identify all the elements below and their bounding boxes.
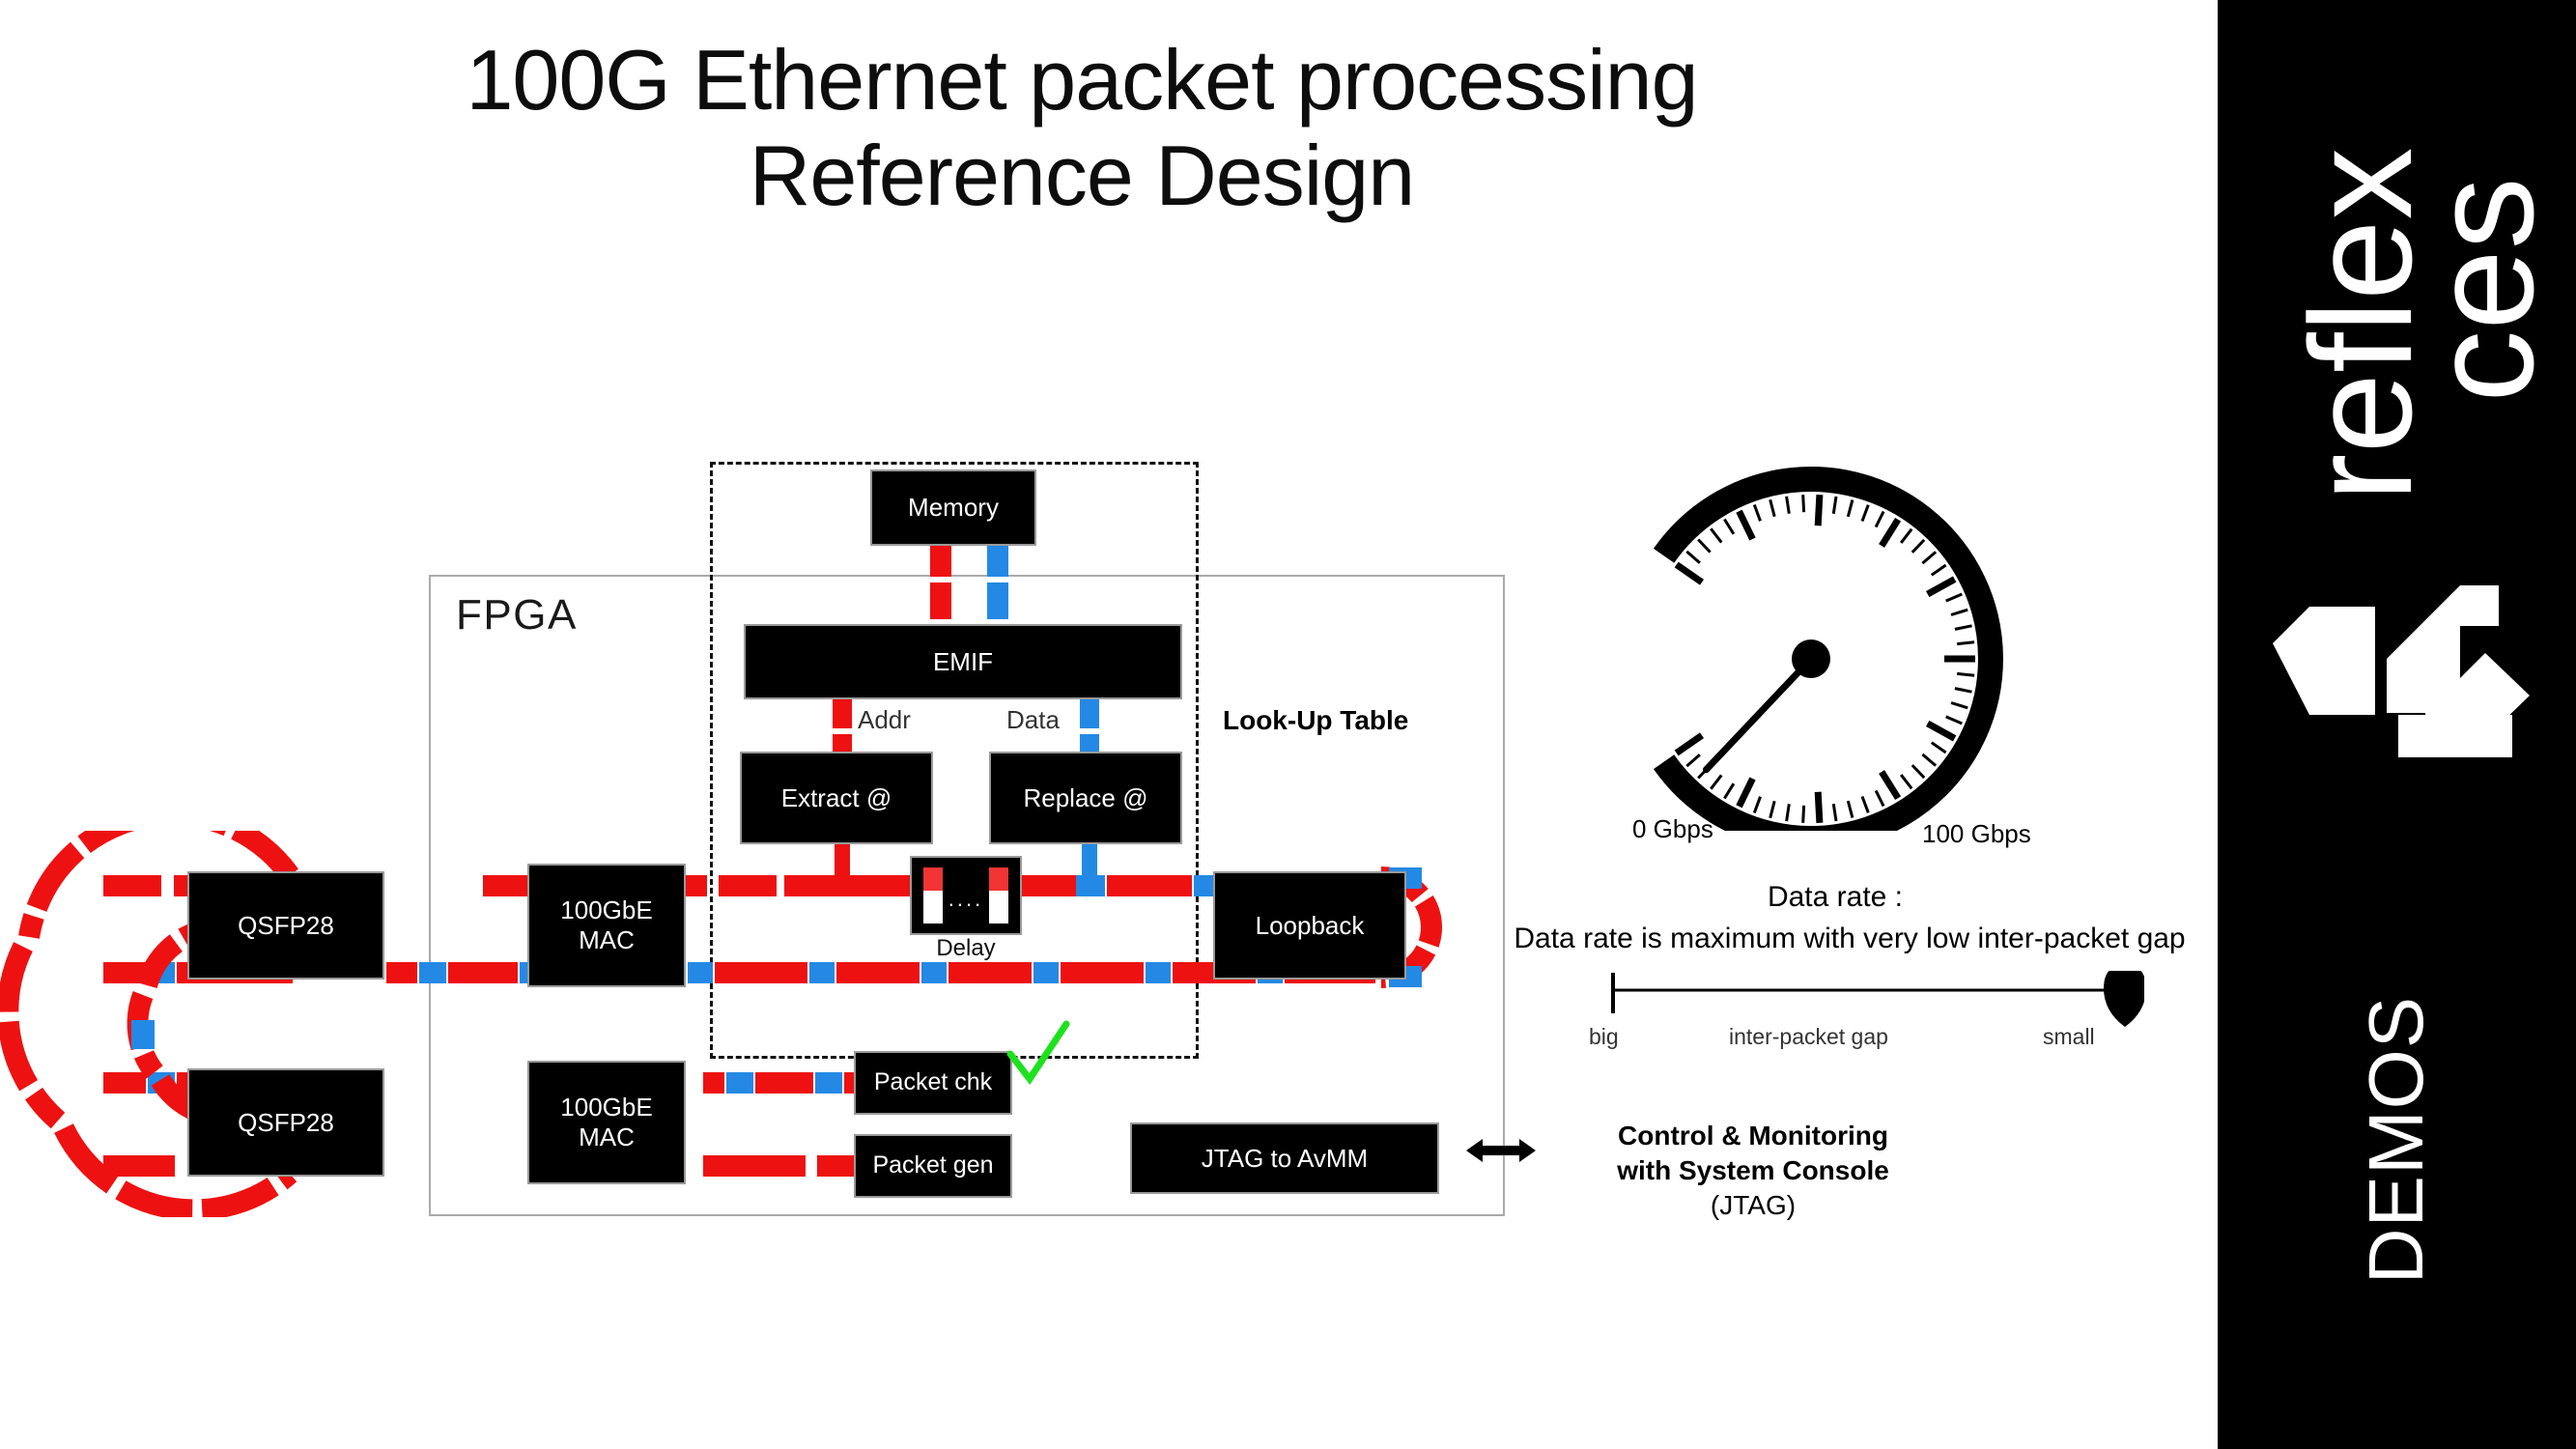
- page-title-line-2: Reference Design: [749, 127, 1415, 223]
- packet-chunk-blue: [921, 962, 947, 983]
- control-monitoring-line-3: (JTAG): [1710, 1189, 1797, 1220]
- sidebar-section: DEMOS: [2261, 976, 2532, 1285]
- packet-chunk: [784, 875, 910, 896]
- packet-chunk: [755, 1072, 813, 1094]
- packet-chunk: [715, 962, 807, 983]
- block-qsfp28-bottom-label: QSFP28: [238, 1107, 334, 1137]
- packet-chunk: [1022, 875, 1076, 896]
- block-emif-label: EMIF: [932, 646, 994, 676]
- brand-logo: reflex ces: [2218, 68, 2576, 580]
- connector-memory-emif-data: [987, 544, 1008, 577]
- page-title-line-1: 100G Ethernet packet processing: [466, 32, 1698, 128]
- packet-chunk-blue: [1033, 962, 1059, 983]
- packet-chunk: [948, 962, 1032, 983]
- block-replace[interactable]: Replace @: [991, 753, 1180, 842]
- sidebar-section-label: DEMOS: [2353, 995, 2439, 1285]
- packet-chunk-blue: [809, 962, 835, 983]
- block-loopback[interactable]: Loopback: [1215, 873, 1404, 978]
- packet-chunk-blue: [815, 1072, 842, 1094]
- block-packet-chk-label: Packet chk: [873, 1068, 993, 1096]
- block-packet-chk[interactable]: Packet chk: [856, 1053, 1010, 1113]
- packet-chunk: [836, 962, 920, 983]
- connector-memory-emif-addr: [930, 544, 951, 577]
- block-packet-gen-label: Packet gen: [872, 1151, 994, 1179]
- brand-name-ces: ces: [2401, 177, 2563, 403]
- packet-chunk-blue: [419, 962, 446, 983]
- packet-chunk: [386, 962, 417, 983]
- slider-knob: [2104, 971, 2144, 1027]
- control-monitoring-text: Control & Monitoring with System Console…: [1550, 1119, 1956, 1222]
- brand-sidebar: reflex ces DEMOS: [2218, 0, 2576, 1449]
- packet-chunk-blue: [1146, 962, 1171, 983]
- lookup-table-label: Look-Up Table: [1223, 705, 1409, 735]
- block-jtag-to-avmm[interactable]: JTAG to AvMM: [1132, 1124, 1437, 1192]
- bus-label-addr: Addr: [858, 705, 911, 734]
- fpga-label: FPGA: [456, 591, 578, 639]
- packet-chunk: [719, 875, 777, 896]
- packet-chunk: [1107, 875, 1192, 896]
- data-rate-gauge: [1653, 467, 2003, 831]
- block-qsfp28-top-label: QSFP28: [238, 910, 334, 940]
- delay-packet-window-left: [923, 867, 943, 923]
- packet-chunk: [703, 1155, 806, 1177]
- block-jtag-to-avmm-label: JTAG to AvMM: [1201, 1143, 1369, 1173]
- control-monitoring-line-1: Control & Monitoring: [1618, 1121, 1888, 1151]
- slider-center-label: inter-packet gap: [1729, 1024, 1888, 1049]
- block-mac-bottom[interactable]: 100GbE MAC: [529, 1063, 684, 1182]
- reflex-ces-r-mark-icon: [2273, 585, 2530, 757]
- block-emif[interactable]: EMIF: [746, 626, 1180, 697]
- gauge-min-label: 0 Gbps: [1632, 814, 1713, 843]
- control-monitoring-line-2: with System Console: [1617, 1154, 1889, 1185]
- block-extract[interactable]: Extract @: [742, 753, 931, 842]
- bus-label-data: Data: [1006, 705, 1060, 734]
- gauge-max-label: 100 Gbps: [1922, 819, 2031, 848]
- connector-emif-extract-addr: [833, 697, 852, 728]
- packet-chunk: [448, 962, 518, 983]
- block-mac-bottom-label-2: MAC: [579, 1122, 635, 1151]
- slider-right-label: small: [2043, 1024, 2095, 1049]
- packet-chunk: [703, 1072, 724, 1094]
- data-rate-description: Data rate is maximum with very low inter…: [1514, 923, 2186, 954]
- packet-chunk: [1061, 962, 1144, 983]
- block-mac-top[interactable]: 100GbE MAC: [529, 866, 684, 985]
- connector-memory-emif-data: [987, 582, 1008, 619]
- green-check-icon: [1006, 1020, 1070, 1086]
- packet-chunk-blue: [726, 1072, 753, 1094]
- delay-dots: ....: [948, 887, 984, 911]
- delay-packet-window-right: [989, 867, 1008, 923]
- connector-memory-emif-addr: [930, 582, 951, 619]
- block-qsfp28-top[interactable]: QSFP28: [189, 873, 382, 978]
- block-memory[interactable]: Memory: [872, 471, 1034, 544]
- block-qsfp28-bottom[interactable]: QSFP28: [189, 1070, 382, 1175]
- block-loopback-label: Loopback: [1255, 910, 1365, 940]
- data-rate-title: Data rate :: [1767, 881, 1904, 913]
- block-delay-label: Delay: [936, 935, 996, 961]
- block-mac-top-label-2: MAC: [579, 925, 635, 954]
- connector-emif-replace-data: [1080, 697, 1099, 728]
- block-mac-bottom-label-1: 100GbE: [560, 1093, 653, 1122]
- block-replace-label: Replace @: [1023, 782, 1148, 812]
- connector-replace-datapath: [1074, 875, 1105, 896]
- block-extract-label: Extract @: [780, 782, 892, 812]
- block-packet-gen[interactable]: Packet gen: [856, 1136, 1010, 1196]
- double-arrow-icon: [1466, 1139, 1536, 1162]
- packet-chunk-blue: [688, 962, 713, 983]
- slider-left-label: big: [1589, 1024, 1619, 1049]
- block-mac-top-label-1: 100GbE: [560, 895, 653, 925]
- page-title: 100G Ethernet packet processing Referenc…: [0, 32, 2164, 223]
- block-memory-label: Memory: [908, 493, 999, 523]
